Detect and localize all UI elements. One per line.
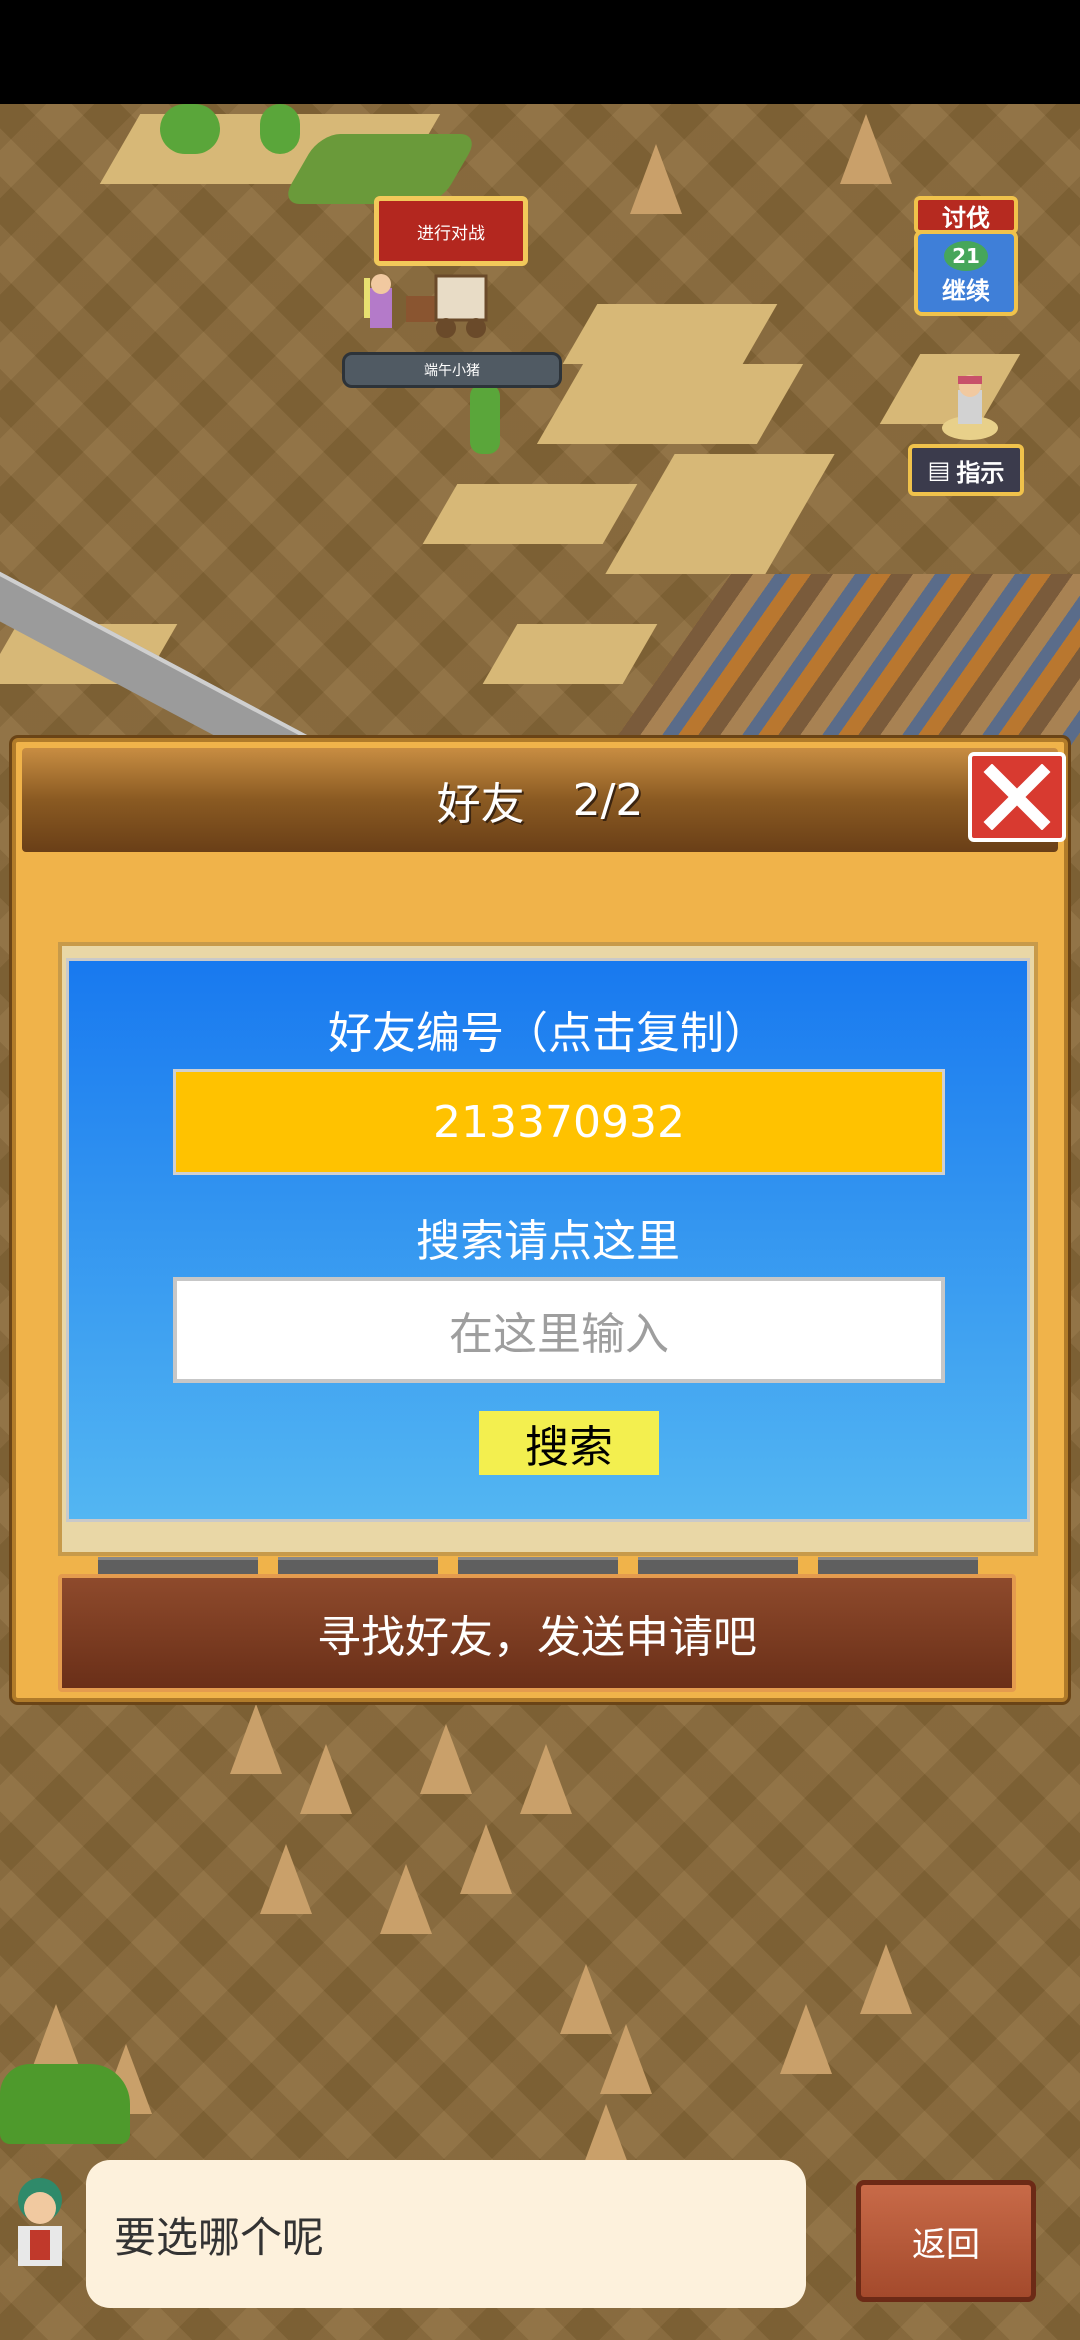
- friend-id-label[interactable]: 好友编号（点击复制）: [69, 997, 1027, 1061]
- message-text: 要选哪个呢: [114, 2212, 325, 2262]
- friend-dialog: 好友 2/2 好友编号（点击复制） 213370932 搜索请点这里 在这里输入…: [12, 738, 1068, 1702]
- dialog-page-indicator: 2/2: [572, 774, 644, 826]
- status-bar: [0, 0, 1080, 104]
- book-icon: ▤: [927, 456, 951, 484]
- rock: [630, 144, 682, 214]
- back-button[interactable]: 返回: [856, 2180, 1036, 2302]
- friend-panel-frame: 好友编号（点击复制） 213370932 搜索请点这里 在这里输入 搜索: [58, 942, 1038, 1580]
- close-button[interactable]: [968, 752, 1066, 842]
- find-friends-banner: 寻找好友，发送申请吧: [58, 1574, 1016, 1692]
- quest-continue-label: 继续: [942, 276, 990, 305]
- bush: [0, 2064, 130, 2144]
- tree: [160, 104, 220, 154]
- dialog-header: 好友 2/2: [22, 748, 1058, 852]
- rock: [780, 2004, 832, 2074]
- rock: [860, 1944, 912, 2014]
- quest-level-badge: 21: [944, 240, 988, 271]
- battle-button[interactable]: 进行对战: [374, 196, 528, 266]
- hint-button[interactable]: ▤ 指示: [908, 444, 1024, 496]
- tree: [260, 104, 300, 154]
- advisor-avatar: [18, 2178, 62, 2266]
- friend-id-box[interactable]: 213370932: [173, 1069, 945, 1175]
- rock: [840, 114, 892, 184]
- quest-title: 讨伐: [914, 196, 1018, 234]
- friend-panel: 好友编号（点击复制） 213370932 搜索请点这里 在这里输入 搜索: [66, 958, 1030, 1522]
- sand-patch: [482, 624, 658, 684]
- cactus: [470, 384, 500, 454]
- player-name-tag: 端午小猪: [342, 352, 562, 388]
- player-caravan-sprite[interactable]: [360, 270, 490, 344]
- quest-body[interactable]: 21 继续: [914, 230, 1018, 316]
- sand-patch: [536, 364, 804, 444]
- search-label: 搜索请点这里: [416, 1216, 680, 1267]
- search-button[interactable]: 搜索: [479, 1411, 659, 1475]
- knight-sprite[interactable]: [940, 370, 1000, 440]
- rock: [520, 1744, 572, 1814]
- rock: [420, 1724, 472, 1794]
- rock: [380, 1864, 432, 1934]
- dialog-title: 好友 2/2: [22, 748, 1058, 852]
- search-input[interactable]: 在这里输入: [173, 1277, 945, 1383]
- dialog-title-text: 好友: [436, 779, 525, 830]
- rock: [600, 2024, 652, 2094]
- sand-patch: [605, 454, 835, 574]
- close-icon: [983, 764, 1051, 830]
- quest-widget[interactable]: 讨伐 21 继续: [914, 196, 1018, 326]
- message-bubble: 要选哪个呢: [86, 2160, 806, 2308]
- hint-label: 指示: [956, 458, 1005, 487]
- rock: [300, 1744, 352, 1814]
- rock: [460, 1824, 512, 1894]
- rock: [260, 1844, 312, 1914]
- sand-patch: [422, 484, 638, 544]
- rock: [230, 1704, 282, 1774]
- sand-patch: [562, 304, 778, 364]
